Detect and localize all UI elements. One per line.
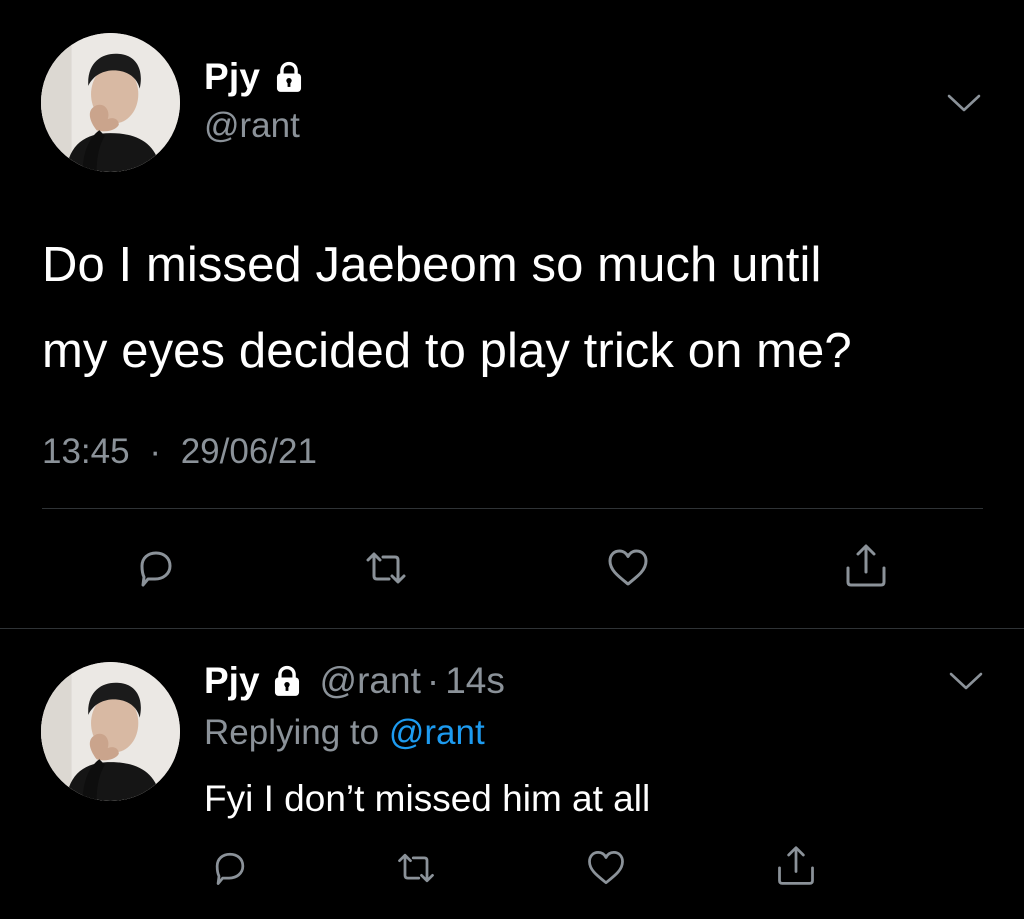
chevron-down-icon[interactable] <box>948 670 984 692</box>
tweet-text-line: Do I missed Jaebeom so much until <box>42 238 822 292</box>
avatar-image <box>41 662 180 801</box>
author-name[interactable]: Pjy <box>204 660 260 702</box>
like-button[interactable] <box>584 846 628 890</box>
reply-age[interactable]: 14s <box>445 660 505 702</box>
heart-icon <box>588 851 624 885</box>
reply-icon <box>215 852 245 885</box>
tweet-thread: Pjy @rant Do I missed Jaebeom so much un… <box>0 0 1024 919</box>
avatar[interactable] <box>41 33 180 172</box>
meta-separator: · <box>426 660 440 701</box>
divider <box>0 628 1024 629</box>
lock-icon <box>270 664 304 698</box>
author-handle[interactable]: @rant <box>204 106 300 146</box>
meta-separator: · <box>149 432 161 471</box>
replying-prefix: Replying to <box>204 713 380 752</box>
lock-icon <box>272 60 306 94</box>
retweet-icon <box>398 853 434 883</box>
reply-header: Pjy @rant · 14s <box>204 660 505 702</box>
share-icon <box>846 544 886 587</box>
share-icon <box>778 846 814 885</box>
chevron-down-icon[interactable] <box>946 92 982 114</box>
share-button[interactable] <box>842 542 890 590</box>
avatar-image <box>41 33 180 172</box>
tweet-text-line: my eyes decided to play trick on me? <box>42 324 852 378</box>
retweet-button[interactable] <box>362 544 410 592</box>
reply-button[interactable] <box>132 544 180 592</box>
retweet-button[interactable] <box>394 846 438 890</box>
reply-text: Fyi I don’t missed him at all <box>204 778 651 819</box>
reply-button[interactable] <box>208 846 252 890</box>
tweet-meta: 13:45 · 29/06/21 <box>42 432 317 472</box>
like-button[interactable] <box>604 544 652 592</box>
replying-mention[interactable]: @rant <box>389 713 485 752</box>
author-name[interactable]: Pjy <box>204 56 260 98</box>
avatar[interactable] <box>41 662 180 801</box>
reply-icon <box>140 551 172 587</box>
divider <box>42 508 983 509</box>
author-row: Pjy <box>204 56 306 98</box>
tweet-date[interactable]: 29/06/21 <box>181 432 317 472</box>
tweet-text: Do I missed Jaebeom so much until my eye… <box>42 222 1002 394</box>
heart-icon <box>608 549 648 586</box>
share-button[interactable] <box>774 844 818 888</box>
tweet-time[interactable]: 13:45 <box>42 432 130 472</box>
replying-to: Replying to @rant <box>204 713 485 753</box>
author-handle[interactable]: @rant <box>320 660 421 702</box>
retweet-icon <box>366 552 406 584</box>
